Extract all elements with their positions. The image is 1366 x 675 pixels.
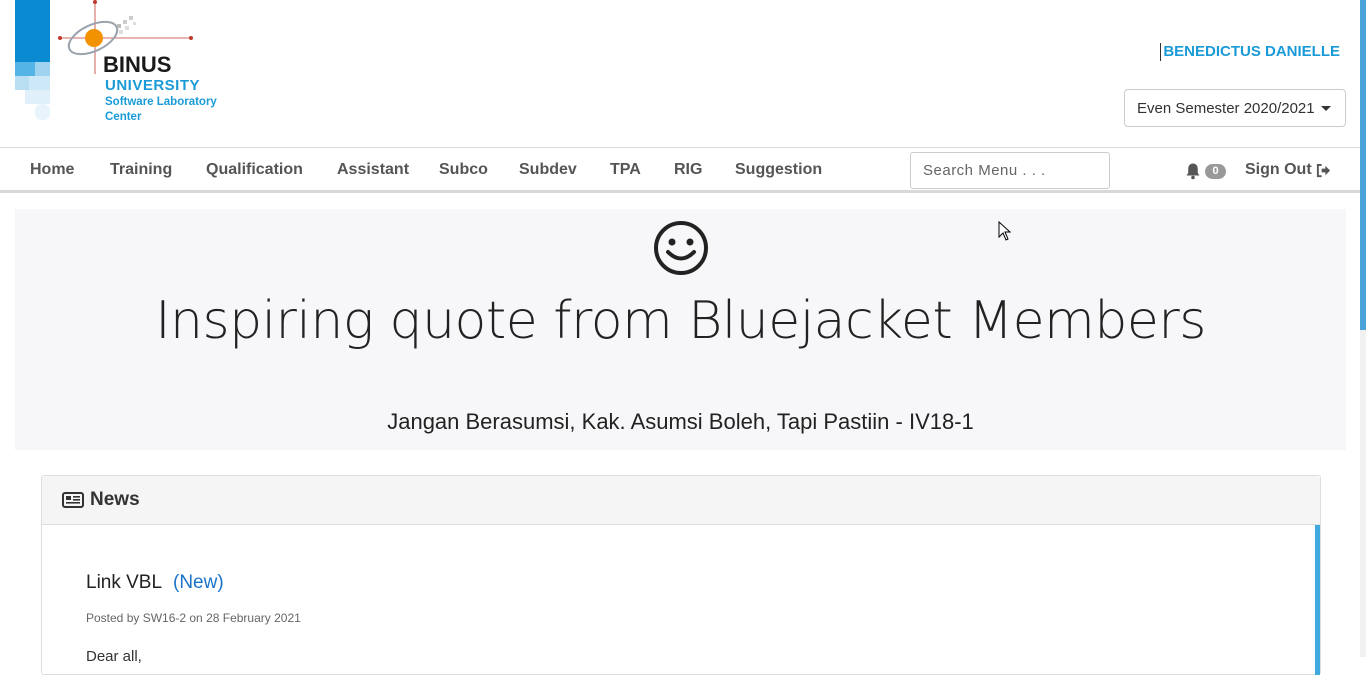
jumbotron-title: Inspiring quote from Bluejacket Members [155, 291, 1206, 351]
newspaper-icon [62, 492, 84, 508]
page-scrollbar-thumb[interactable] [1360, 0, 1366, 330]
svg-text:Center: Center [105, 111, 142, 123]
binus-logo[interactable]: BINUS UNIVERSITY Software Laboratory Cen… [15, 0, 245, 125]
main-navbar: Home Training Qualification Assistant Su… [0, 147, 1360, 193]
sign-out-label: Sign Out [1245, 161, 1312, 178]
mouse-cursor-icon [998, 221, 1012, 241]
search-menu-input[interactable] [910, 152, 1110, 189]
notification-count-badge[interactable]: 0 [1205, 164, 1226, 179]
user-name[interactable]: BENEDICTUS DANIELLE [1160, 43, 1340, 61]
news-header-title: News [90, 489, 140, 510]
svg-text:Software Laboratory: Software Laboratory [105, 96, 217, 108]
quote-jumbotron: Inspiring quote from Bluejacket Members … [15, 209, 1346, 450]
nav-item-rig[interactable]: RIG [674, 161, 702, 179]
caret-down-icon [1320, 105, 1331, 111]
smiley-icon [654, 221, 708, 275]
nav-item-tpa[interactable]: TPA [610, 161, 641, 179]
svg-text:BINUS: BINUS [103, 52, 171, 77]
nav-item-subdev[interactable]: Subdev [519, 161, 577, 179]
nav-item-assistant[interactable]: Assistant [337, 161, 409, 179]
sign-out-icon [1316, 163, 1330, 177]
bell-icon[interactable] [1185, 162, 1201, 180]
news-item-title[interactable]: Link VBL [86, 572, 162, 594]
nav-item-qualification[interactable]: Qualification [206, 161, 303, 179]
jumbotron-quote: Jangan Berasumsi, Kak. Asumsi Boleh, Tap… [387, 409, 974, 434]
news-card-header: News [42, 476, 1320, 525]
sign-out-button[interactable]: Sign Out [1245, 161, 1331, 179]
page-scrollbar[interactable] [1360, 0, 1366, 657]
nav-item-training[interactable]: Training [110, 161, 172, 179]
nav-item-home[interactable]: Home [30, 161, 74, 179]
semester-select-value: Even Semester 2020/2021 [1137, 99, 1315, 117]
page-header: BINUS UNIVERSITY Software Laboratory Cen… [0, 0, 1360, 147]
semester-select[interactable]: Even Semester 2020/2021 [1124, 89, 1346, 127]
nav-item-subco[interactable]: Subco [439, 161, 488, 179]
nav-item-suggestion[interactable]: Suggestion [735, 161, 822, 179]
news-item-meta: Posted by SW16-2 on 28 February 2021 [86, 611, 301, 625]
news-card: News [41, 475, 1321, 675]
news-scrollbar[interactable] [1315, 525, 1320, 675]
svg-text:UNIVERSITY: UNIVERSITY [105, 77, 200, 94]
news-item-new-tag: (New) [173, 572, 224, 593]
